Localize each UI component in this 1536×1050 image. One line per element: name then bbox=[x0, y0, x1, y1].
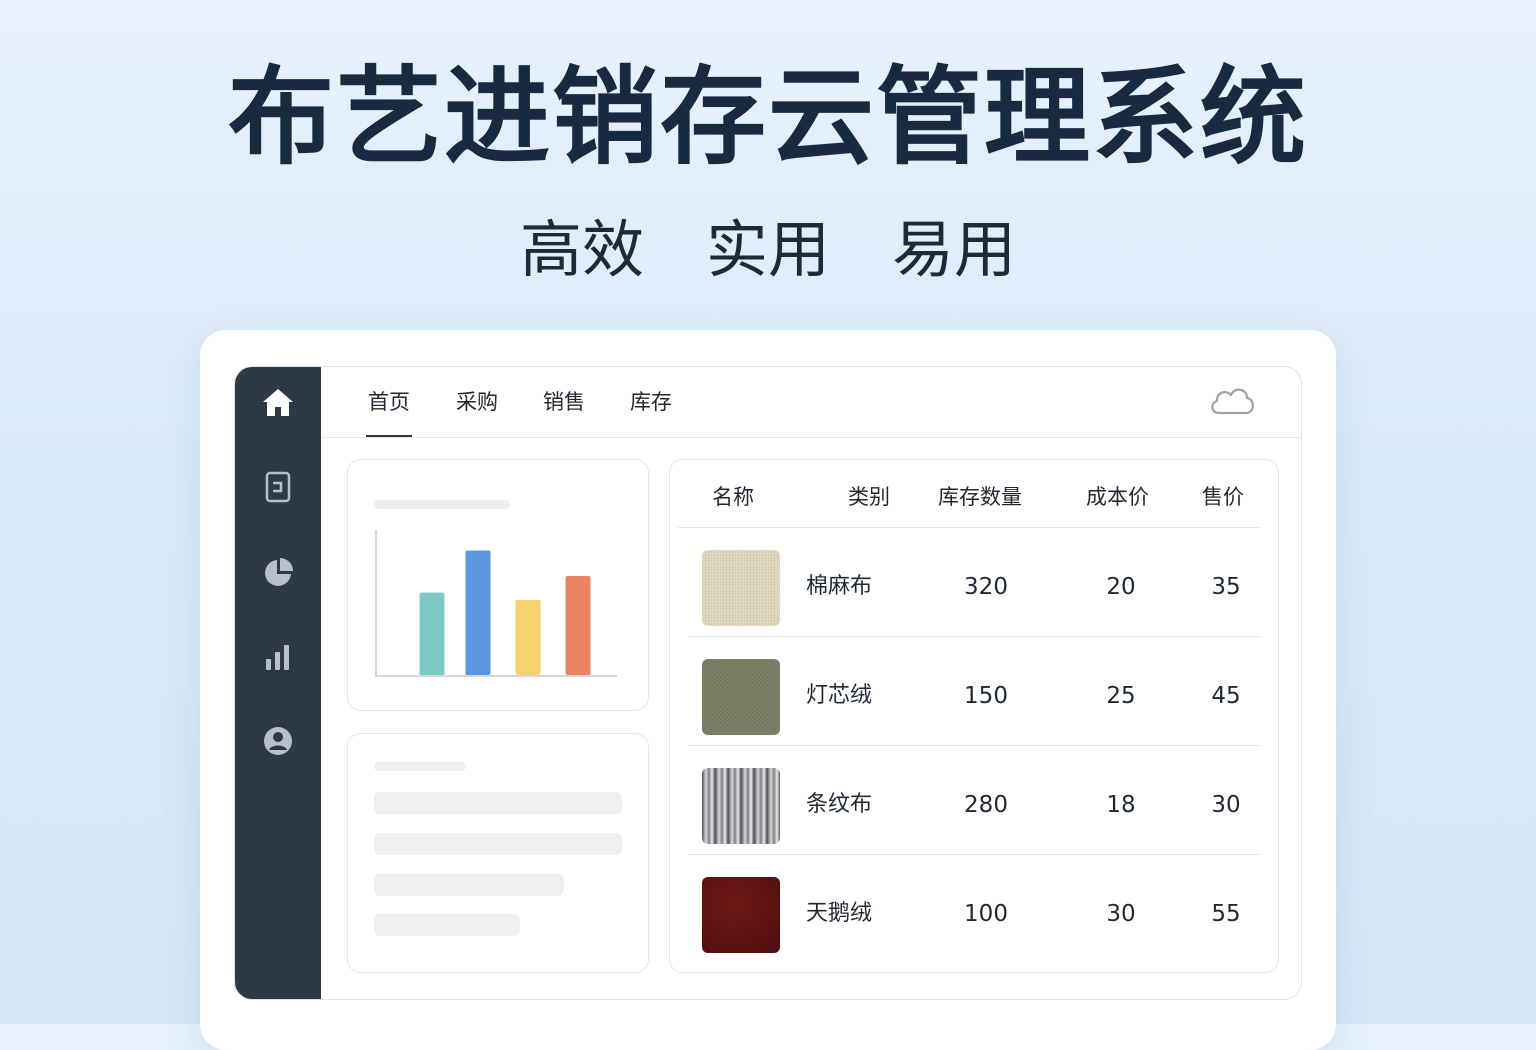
table-row[interactable]: 条纹布 280 18 30 bbox=[688, 746, 1260, 855]
sidebar-item-account[interactable] bbox=[258, 721, 298, 761]
tab-inventory[interactable]: 库存 bbox=[630, 387, 672, 417]
feature-easy: 易用 bbox=[892, 213, 1017, 286]
cell-stock: 150 bbox=[964, 683, 1008, 709]
cell-stock: 320 bbox=[964, 574, 1008, 600]
list-placeholder-line bbox=[374, 792, 622, 814]
chart-bar-1 bbox=[419, 592, 445, 675]
cell-cost: 25 bbox=[1106, 683, 1136, 709]
sidebar-item-reports[interactable] bbox=[258, 553, 298, 593]
top-nav: 首页 采购 销售 库存 bbox=[321, 367, 1301, 438]
chart-bar-2 bbox=[465, 550, 491, 675]
list-placeholder-line bbox=[374, 874, 564, 896]
tab-sales[interactable]: 销售 bbox=[543, 387, 585, 417]
sidebar-item-home[interactable] bbox=[258, 383, 298, 423]
cell-cost: 20 bbox=[1106, 574, 1136, 600]
cell-stock: 280 bbox=[964, 792, 1008, 818]
cell-price: 55 bbox=[1211, 901, 1241, 927]
list-placeholder-line bbox=[374, 914, 520, 936]
home-icon bbox=[263, 389, 293, 416]
hero-title: 布艺进销存云管理系统 bbox=[228, 56, 1308, 179]
fabric-swatch bbox=[702, 877, 780, 953]
sidebar bbox=[235, 367, 321, 999]
chart-bar-4 bbox=[565, 576, 591, 675]
bar-chart-icon bbox=[266, 645, 289, 670]
header-stock: 库存数量 bbox=[938, 485, 1022, 509]
header-price: 售价 bbox=[1202, 485, 1244, 509]
cell-name: 棉麻布 bbox=[806, 574, 873, 599]
hero-features: 高效 实用 易用 bbox=[0, 210, 1536, 290]
header-cost: 成本价 bbox=[1086, 485, 1149, 509]
table-row[interactable]: 灯芯绒 150 25 45 bbox=[688, 637, 1260, 746]
feature-practical: 实用 bbox=[705, 213, 830, 286]
list-panel bbox=[347, 733, 649, 973]
pie-chart-icon bbox=[265, 558, 293, 586]
feature-efficient: 高效 bbox=[519, 213, 644, 286]
cell-cost: 30 bbox=[1106, 901, 1136, 927]
cell-name: 灯芯绒 bbox=[806, 683, 873, 708]
cell-cost: 18 bbox=[1106, 792, 1136, 818]
user-icon bbox=[264, 727, 292, 755]
app-window: 首页 采购 销售 库存 名称 类别 库存数量 成本价 售价 棉麻布 320 20… bbox=[234, 366, 1302, 1000]
cell-price: 45 bbox=[1211, 683, 1241, 709]
document-icon bbox=[265, 471, 291, 503]
inventory-table: 名称 类别 库存数量 成本价 售价 棉麻布 320 20 35 灯芯绒 150 … bbox=[669, 459, 1279, 973]
fabric-swatch bbox=[702, 550, 780, 626]
list-placeholder-line bbox=[374, 833, 622, 855]
cloud-button[interactable] bbox=[1207, 383, 1257, 419]
sidebar-item-documents[interactable] bbox=[258, 467, 298, 507]
cloud-icon bbox=[1211, 388, 1254, 415]
cell-name: 天鹅绒 bbox=[806, 901, 873, 926]
chart-panel bbox=[347, 459, 649, 711]
tab-home[interactable]: 首页 bbox=[366, 387, 412, 437]
tab-purchase[interactable]: 采购 bbox=[456, 387, 498, 417]
cell-stock: 100 bbox=[964, 901, 1008, 927]
list-title-placeholder bbox=[374, 762, 466, 771]
sidebar-item-statistics[interactable] bbox=[258, 637, 298, 677]
header-category: 类别 bbox=[848, 485, 890, 509]
fabric-swatch bbox=[702, 659, 780, 735]
table-row[interactable]: 天鹅绒 100 30 55 bbox=[688, 855, 1260, 963]
table-row[interactable]: 棉麻布 320 20 35 bbox=[688, 528, 1260, 637]
bar-chart bbox=[375, 530, 617, 677]
chart-bar-3 bbox=[515, 600, 541, 675]
cell-price: 35 bbox=[1211, 574, 1241, 600]
cell-name: 条纹布 bbox=[806, 792, 873, 817]
header-name: 名称 bbox=[712, 485, 754, 509]
cell-price: 30 bbox=[1211, 792, 1241, 818]
fabric-swatch bbox=[702, 768, 780, 844]
